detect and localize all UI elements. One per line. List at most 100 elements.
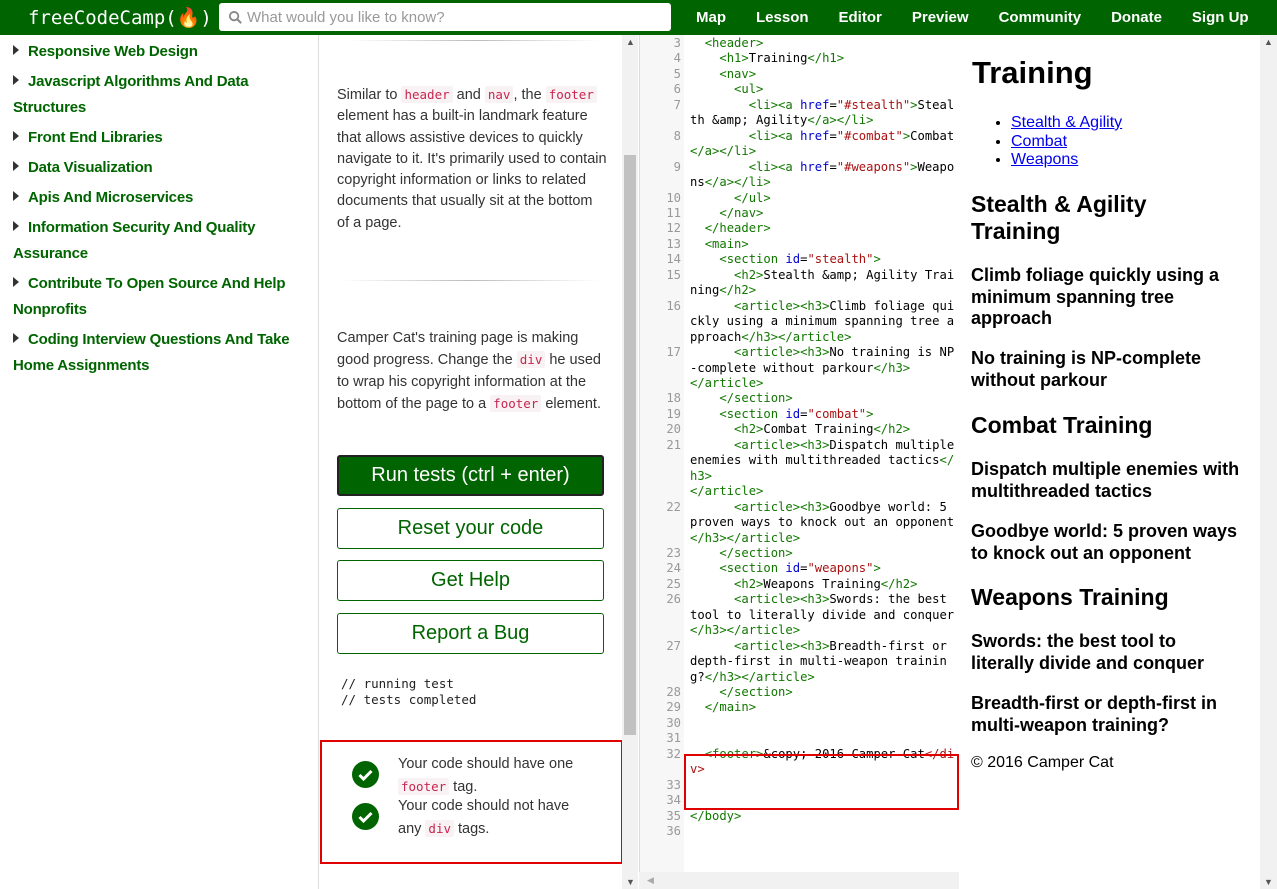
line-number: 7: [673, 97, 681, 112]
nav-community[interactable]: Community: [999, 9, 1082, 26]
preview-link-weapons[interactable]: Weapons: [1011, 151, 1078, 168]
code-text: <article><h3>Climb foliage quickly using…: [690, 298, 955, 344]
line-number: 28: [666, 685, 681, 700]
line-number: 16: [666, 298, 681, 313]
code-line[interactable]: 6 <ul>: [674, 82, 955, 97]
sidebar-item-javascript-algorithms[interactable]: Javascript Algorithms And Data Structure…: [13, 69, 308, 121]
nav-signup[interactable]: Sign Up: [1192, 9, 1249, 26]
sidebar-item-front-end-libraries[interactable]: Front End Libraries: [13, 125, 308, 151]
line-number: 25: [666, 576, 681, 591]
sidebar-item-apis-microservices[interactable]: Apis And Microservices: [13, 185, 308, 211]
nav-editor[interactable]: Editor: [839, 9, 882, 26]
line-number: 14: [666, 252, 681, 267]
code-line[interactable]: 26 <article><h3>Swords: the best tool to…: [666, 592, 955, 638]
code-text: <nav>: [719, 66, 757, 81]
code-text: <section id="weapons">: [719, 561, 881, 576]
nav-donate[interactable]: Donate: [1111, 9, 1162, 26]
code-line[interactable]: 30: [666, 716, 955, 731]
code-line[interactable]: 31: [666, 731, 955, 746]
sidebar-item-information-security[interactable]: Information Security And Quality Assuran…: [13, 215, 308, 267]
scroll-left-icon[interactable]: ◀: [647, 875, 654, 886]
caret-right-icon: [13, 131, 19, 141]
code-line[interactable]: 10 </ul>: [666, 190, 955, 206]
curriculum-map: Responsive Web Design Javascript Algorit…: [0, 35, 319, 889]
code-line[interactable]: 29 </main>: [666, 700, 955, 715]
divider: [340, 280, 600, 281]
scroll-up-icon[interactable]: ▲: [626, 37, 635, 47]
code-line[interactable]: 4 <h1>Training</h1>: [674, 51, 955, 66]
code-line[interactable]: 18 </section>: [666, 391, 955, 406]
instructions-scrollbar[interactable]: ▲ ▼: [622, 35, 638, 889]
search-input[interactable]: [247, 8, 647, 26]
reset-code-button[interactable]: Reset your code: [337, 508, 604, 549]
code-text: <section id="combat">: [719, 406, 874, 421]
nav-preview[interactable]: Preview: [912, 9, 969, 26]
code-line[interactable]: 7 <li><a href="#stealth">Stealth &amp; A…: [674, 98, 955, 129]
nav-lesson[interactable]: Lesson: [756, 9, 809, 26]
scroll-up-icon[interactable]: ▲: [1264, 37, 1273, 47]
code-line[interactable]: 21 <article><h3>Dispatch multiple enemie…: [666, 438, 955, 500]
brand-logo[interactable]: freeCodeCamp(🔥): [28, 6, 218, 29]
instructions-paragraph-2: Camper Cat's training page is making goo…: [337, 330, 601, 412]
code-line[interactable]: 24 <section id="weapons">: [666, 561, 955, 576]
code-line[interactable]: 5 <nav>: [674, 66, 955, 82]
code-content[interactable]: 3 <header> 4 <h1>Training</h1> 5 <nav> 6 <u…: [666, 36, 955, 840]
instructions-paragraph-1: Similar to header and nav, the footer el…: [337, 86, 607, 231]
run-tests-button[interactable]: Run tests (ctrl + enter): [337, 455, 604, 496]
code-text: <h2>Combat Training</h2>: [734, 422, 911, 437]
scroll-down-icon[interactable]: ▼: [626, 877, 635, 887]
top-navbar: freeCodeCamp(🔥) Map Lesson Editor Previe…: [0, 0, 1277, 35]
code-text: </section>: [719, 685, 793, 700]
search-box[interactable]: [219, 3, 671, 31]
sidebar-item-contribute-open-source[interactable]: Contribute To Open Source And Help Nonpr…: [13, 271, 308, 323]
report-bug-button[interactable]: Report a Bug: [337, 613, 604, 654]
code-line[interactable]: 3 <header>: [674, 36, 955, 51]
code-line[interactable]: 36: [666, 824, 955, 839]
code-line[interactable]: 22 <article><h3>Goodbye world: 5 proven …: [666, 500, 955, 546]
code-line[interactable]: 23 </section>: [666, 546, 955, 561]
caret-right-icon: [13, 277, 19, 287]
article-heading: Swords: the best tool to literally divid…: [971, 631, 1205, 673]
scroll-down-icon[interactable]: ▼: [1264, 877, 1273, 887]
code-line[interactable]: 9 <li><a href="#weapons">Weapons</a></li…: [674, 160, 955, 191]
divider: [350, 40, 600, 41]
line-number: 12: [666, 221, 681, 236]
scrollbar-thumb[interactable]: [624, 155, 636, 735]
check-icon: [352, 803, 379, 830]
code-text: <h1>Training</h1>: [719, 51, 845, 66]
sidebar-item-data-visualization[interactable]: Data Visualization: [13, 155, 308, 181]
code-line[interactable]: 13 <main>: [666, 237, 955, 252]
line-number: 5: [673, 66, 681, 81]
code-line[interactable]: 35 </body>: [666, 809, 955, 824]
preview-link-stealth[interactable]: Stealth & Agility: [1011, 114, 1122, 131]
line-number: 4: [673, 51, 681, 66]
code-line[interactable]: 8 <li><a href="#combat">Combat</a></li>: [674, 129, 955, 160]
code-line[interactable]: 12 </header>: [666, 221, 955, 236]
sidebar-item-responsive-web-design[interactable]: Responsive Web Design: [13, 39, 308, 65]
code-line[interactable]: 16 <article><h3>Climb foliage quickly us…: [666, 298, 955, 345]
editor-horizontal-scrollbar[interactable]: ◀: [639, 872, 959, 889]
code-editor[interactable]: 3 <header> 4 <h1>Training</h1> 5 <nav> 6 <u…: [639, 35, 959, 889]
code-line[interactable]: 17 <article><h3>No training is NP-comple…: [666, 345, 955, 391]
code-line[interactable]: 15 <h2>Stealth &amp; Agility Training</h…: [666, 268, 955, 299]
code-line[interactable]: 19 <section id="combat">: [666, 406, 955, 422]
sidebar-item-coding-interview[interactable]: Coding Interview Questions And Take Home…: [13, 327, 308, 379]
line-number: 35: [666, 808, 681, 823]
line-number: 29: [666, 700, 681, 715]
code-text: <h2>Weapons Training</h2>: [734, 576, 918, 591]
code-line[interactable]: 28 </section>: [666, 685, 955, 700]
preview-nav-list: Stealth & Agility Combat Weapons: [1011, 114, 1122, 170]
code-line[interactable]: 11 </nav>: [666, 206, 955, 221]
get-help-button[interactable]: Get Help: [337, 560, 604, 601]
code-line[interactable]: 27 <article><h3>Breadth-first or depth-f…: [666, 639, 955, 685]
code-line[interactable]: 25 <h2>Weapons Training</h2>: [666, 576, 955, 592]
code-text: </ul>: [734, 190, 771, 205]
code-line[interactable]: 14 <section id="stealth">: [666, 252, 955, 267]
preview-scrollbar[interactable]: ▲ ▼: [1260, 35, 1277, 889]
section-heading: Combat Training: [971, 412, 1153, 438]
nav-map[interactable]: Map: [696, 9, 726, 26]
preview-link-combat[interactable]: Combat: [1011, 133, 1067, 150]
article-heading: Breadth-first or depth-first in multi-we…: [971, 693, 1217, 735]
code-line[interactable]: 20 <h2>Combat Training</h2>: [666, 422, 955, 437]
section-heading: Weapons Training: [971, 584, 1169, 610]
